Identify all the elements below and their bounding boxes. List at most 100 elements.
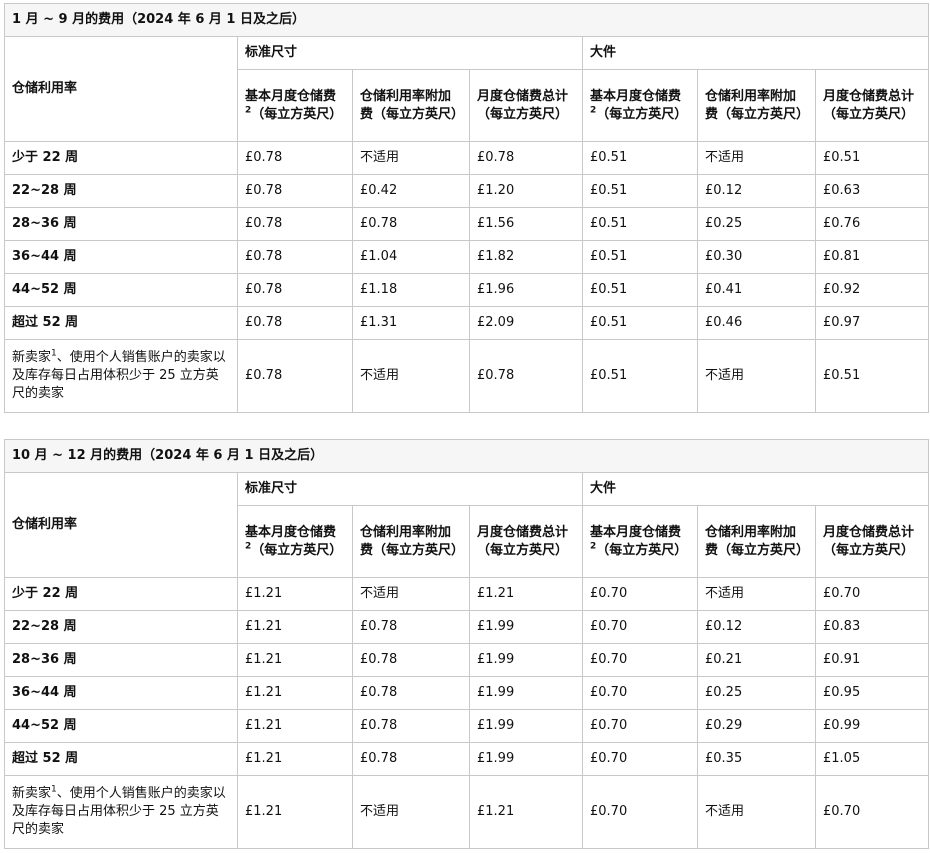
table-row-new-seller: 新卖家1、使用个人销售账户的卖家以及库存每日占用体积少于 25 立方英尺的卖家 £… (4, 775, 930, 849)
fee-cell: 不适用 (352, 141, 470, 175)
base-fee-unit: （每立方英尺） (251, 542, 343, 558)
row-label: 44~52 周 (4, 273, 238, 307)
fee-cell: £0.51 (582, 207, 698, 241)
fee-cell: £0.63 (815, 174, 929, 208)
fee-cell: £1.21 (237, 610, 353, 644)
total-header: 月度仓储费总计（每立方英尺） (815, 69, 929, 142)
fee-cell: £0.81 (815, 240, 929, 274)
fee-cell: £1.05 (814, 742, 930, 776)
table-row: 44~52 周 £1.21 £0.78 £1.99 £0.70 £0.29 £0.99 (4, 709, 930, 743)
table-row: 44~52 周 £0.78 £1.18 £1.96 £0.51 £0.41 £0.92 (4, 273, 929, 307)
table-row: 超过 52 周 £1.21 £0.78 £1.99 £0.70 £0.35 £1.05 (4, 742, 930, 776)
fee-cell: £1.99 (469, 742, 583, 776)
base-fee-unit: （每立方英尺） (596, 542, 688, 558)
row-label: 22~28 周 (4, 174, 238, 208)
base-fee-label: 基本月度仓储费 (590, 524, 682, 540)
table-row-new-seller: 新卖家1、使用个人销售账户的卖家以及库存每日占用体积少于 25 立方英尺的卖家 £… (4, 339, 929, 413)
base-fee-label: 基本月度仓储费 (245, 524, 337, 540)
fee-cell: £1.21 (469, 775, 583, 849)
group-standard-header: 标准尺寸 (237, 472, 583, 506)
base-fee-unit: （每立方英尺） (251, 106, 343, 122)
fee-cell: 不适用 (697, 339, 816, 413)
fee-cell: £1.21 (469, 577, 583, 611)
surcharge-header: 仓储利用率附加费（每立方英尺） (697, 505, 816, 578)
fee-cell: £0.78 (469, 339, 583, 413)
table-row: 36~44 周 £1.21 £0.78 £1.99 £0.70 £0.25 £0.95 (4, 676, 930, 710)
table-row: 少于 22 周 £1.21 不适用 £1.21 £0.70 不适用 £0.70 (4, 577, 930, 611)
new-seller-label: 新卖家 (12, 786, 52, 801)
fee-table-jan-sep: 1 月 ~ 9 月的费用（2024 年 6 月 1 日及之后） 仓储利用率 标准尺… (4, 3, 929, 413)
row-label: 22~28 周 (4, 610, 238, 644)
group-standard-header: 标准尺寸 (237, 36, 583, 70)
fee-cell: £0.35 (697, 742, 816, 776)
surcharge-header: 仓储利用率附加费（每立方英尺） (697, 69, 816, 142)
fee-cell: £0.78 (352, 742, 470, 776)
fee-cell: £1.21 (237, 742, 353, 776)
fee-cell: £0.78 (237, 207, 353, 241)
fee-cell: £0.51 (815, 141, 929, 175)
group-large-header: 大件 (581, 472, 930, 506)
fee-cell: £0.21 (697, 643, 816, 677)
fee-cell: £0.70 (582, 577, 698, 611)
fee-cell: £0.29 (697, 709, 816, 743)
surcharge-header: 仓储利用率附加费（每立方英尺） (352, 505, 470, 578)
fee-cell: £0.30 (697, 240, 816, 274)
total-header: 月度仓储费总计（每立方英尺） (469, 69, 583, 142)
fee-cell: £0.70 (582, 610, 698, 644)
row-label: 少于 22 周 (4, 141, 238, 175)
fee-cell: £0.51 (582, 240, 698, 274)
row-header-cell: 仓储利用率 (4, 472, 238, 578)
fee-cell: £0.51 (582, 141, 698, 175)
row-label: 新卖家1、使用个人销售账户的卖家以及库存每日占用体积少于 25 立方英尺的卖家 (4, 339, 238, 413)
fee-cell: 不适用 (352, 577, 470, 611)
fee-cell: £1.20 (469, 174, 583, 208)
row-label: 36~44 周 (4, 240, 238, 274)
fee-cell: £1.56 (469, 207, 583, 241)
fee-cell: £1.21 (237, 577, 353, 611)
table-row: 28~36 周 £0.78 £0.78 £1.56 £0.51 £0.25 £0.76 (4, 207, 929, 241)
fee-cell: £0.78 (237, 273, 353, 307)
fee-cell: £1.99 (469, 610, 583, 644)
fee-cell: £0.51 (582, 339, 698, 413)
fee-cell: £1.18 (352, 273, 470, 307)
fee-cell: 不适用 (697, 775, 816, 849)
fee-cell: £0.46 (697, 306, 816, 340)
table-row: 22~28 周 £1.21 £0.78 £1.99 £0.70 £0.12 £0.83 (4, 610, 930, 644)
fee-cell: £0.78 (352, 610, 470, 644)
fee-cell: £0.12 (697, 610, 816, 644)
fee-cell: £0.78 (352, 207, 470, 241)
group-large-header: 大件 (582, 36, 929, 70)
group-header-row: 仓储利用率 标准尺寸 大件 (4, 36, 929, 142)
row-label: 超过 52 周 (4, 306, 238, 340)
fee-cell: £0.51 (582, 273, 698, 307)
fee-cell: £0.70 (582, 742, 698, 776)
fee-cell: £0.78 (237, 339, 353, 413)
row-label: 44~52 周 (4, 709, 238, 743)
fee-cell: £0.78 (237, 141, 353, 175)
group-header-row: 仓储利用率 标准尺寸 大件 (4, 472, 930, 578)
fee-cell: £0.70 (582, 709, 698, 743)
fee-cell: £0.25 (697, 676, 816, 710)
surcharge-header: 仓储利用率附加费（每立方英尺） (352, 69, 470, 142)
total-header: 月度仓储费总计（每立方英尺） (814, 505, 930, 578)
table-row: 22~28 周 £0.78 £0.42 £1.20 £0.51 £0.12 £0.63 (4, 174, 929, 208)
fee-cell: £0.83 (814, 610, 930, 644)
base-fee-header: 基本月度仓储费 2（每立方英尺） (237, 505, 353, 578)
base-fee-label: 基本月度仓储费 (590, 88, 682, 104)
fee-cell: £0.41 (697, 273, 816, 307)
fee-cell: 不适用 (352, 339, 470, 413)
fee-cell: 不适用 (697, 577, 816, 611)
fee-cell: £0.92 (815, 273, 929, 307)
fee-cell: £1.96 (469, 273, 583, 307)
base-fee-header: 基本月度仓储费 2（每立方英尺） (582, 69, 698, 142)
fee-cell: £0.42 (352, 174, 470, 208)
row-header-cell: 仓储利用率 (4, 36, 238, 142)
fee-cell: £1.21 (237, 676, 353, 710)
fee-cell: £1.21 (237, 709, 353, 743)
base-fee-unit: （每立方英尺） (596, 106, 688, 122)
fee-cell: £0.78 (237, 174, 353, 208)
fee-cell: £0.78 (352, 643, 470, 677)
fee-cell: £0.70 (814, 775, 930, 849)
fee-cell: £0.91 (814, 643, 930, 677)
fee-table-oct-dec: 10 月 ~ 12 月的费用（2024 年 6 月 1 日及之后） 仓储利用率标… (3, 439, 930, 849)
